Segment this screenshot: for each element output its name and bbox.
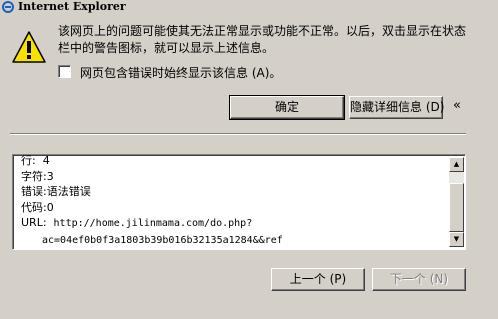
window-title: Internet Explorer (18, 0, 126, 13)
message-line-2: 栏中的警告图标，就可以显示上述信息。 (58, 41, 275, 55)
detail-url-value-1: http://home.jilinmama.com/do.php? (53, 218, 253, 229)
next-button[interactable]: 下一个 (N) (372, 268, 466, 291)
detail-url: URL: http://home.jilinmama.com/do.php? (21, 215, 441, 232)
previous-button-label: 上一个 (P) (289, 272, 347, 286)
detail-url-cont: ac=04ef0b0f3a1803b39b016b32135a1284&&ref (21, 232, 441, 249)
ok-button-label: 确定 (274, 100, 299, 114)
detail-url-label: URL: (21, 216, 47, 229)
hide-details-button[interactable]: 隐藏详细信息 (D) (349, 96, 445, 119)
hide-details-label: 隐藏详细信息 (D) (350, 100, 445, 114)
always-show-checkbox[interactable] (58, 65, 71, 78)
detail-code: 代码:0 (21, 200, 54, 214)
previous-button[interactable]: 上一个 (P) (271, 268, 365, 291)
ie-logo-icon (2, 1, 14, 13)
detail-line: 行: 4 (21, 154, 50, 167)
detail-error: 错误:语法错误 (21, 185, 91, 198)
detail-char: 字符:3 (21, 169, 54, 183)
detail-url-value-2: ac=04ef0b0f3a1803b39b016b32135a1284&&ref (41, 234, 283, 246)
error-details-text: 行: 4 字符:3 错误:语法错误 代码:0 URL: http://home.jili… (21, 154, 441, 249)
always-show-label: 网页包含错误时始终显示该信息 (A)。 (80, 66, 282, 80)
details-scrollbar[interactable]: ▲ ▼ (449, 157, 464, 247)
error-message: 该网页上的问题可能使其无法正常显示或功能不正常。以后，双击显示在状态 栏中的警告… (58, 23, 488, 57)
next-button-label: 下一个 (N) (389, 272, 449, 286)
title-bar: Internet Explorer (0, 0, 498, 14)
error-details-box[interactable]: 行: 4 字符:3 错误:语法错误 代码:0 URL: http://home.jili… (12, 154, 466, 250)
warning-icon (12, 31, 46, 63)
message-line-1: 该网页上的问题可能使其无法正常显示或功能不正常。以后，双击显示在状态 (58, 24, 467, 38)
ok-button[interactable]: 确定 (229, 95, 345, 120)
chevron-left-double-icon[interactable]: « (449, 97, 465, 115)
scroll-down-icon[interactable]: ▼ (449, 232, 464, 247)
separator (10, 133, 466, 135)
scroll-thumb[interactable] (449, 183, 464, 232)
scroll-up-icon[interactable]: ▲ (449, 157, 464, 172)
